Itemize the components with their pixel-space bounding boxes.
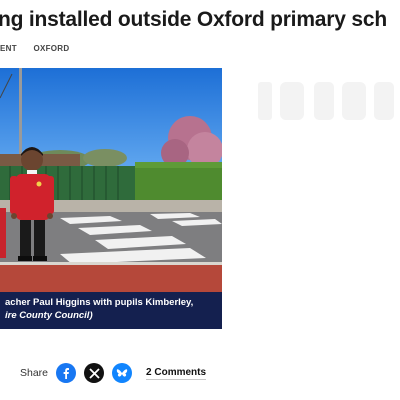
comments-link[interactable]: 2 Comments [146,367,207,380]
photo-caption: acher Paul Higgins with pupils Kimberley… [0,292,222,329]
caption-line-2: ire County Council) [5,310,93,321]
x-icon[interactable] [84,363,105,383]
facebook-icon[interactable] [56,363,77,383]
caption-line-1: acher Paul Higgins with pupils Kimberley… [5,297,194,308]
article-photo [0,68,222,292]
bluesky-icon[interactable] [112,363,133,383]
article-tags: ENT OXFORD [0,44,83,53]
tag-link-oxford[interactable]: OXFORD [33,44,69,53]
share-bar: Share 2 Comments [20,361,207,385]
share-label: Share [20,367,49,379]
faded-ad-graphic [250,70,400,130]
tag-link[interactable]: ENT [0,44,17,53]
article-headline: ng installed outside Oxford primary sch [0,8,387,31]
